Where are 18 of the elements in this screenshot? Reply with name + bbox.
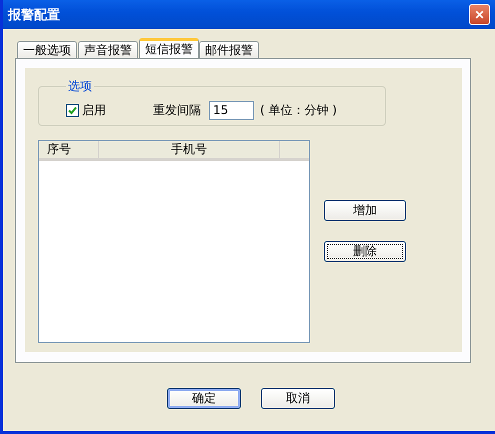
add-button[interactable]: 增加 [324, 200, 406, 221]
check-icon [68, 106, 77, 114]
cancel-button[interactable]: 取消 [261, 388, 335, 409]
tab[interactable]: 声音报警 [78, 41, 138, 58]
interval-label: 重发间隔 [153, 102, 201, 118]
window-title: 报警配置 [8, 6, 60, 24]
tab[interactable]: 短信报警 [139, 38, 199, 58]
ok-button[interactable]: 确定 [167, 388, 241, 409]
delete-button[interactable]: 删除 [324, 241, 406, 262]
interval-field[interactable]: 15 [209, 100, 254, 120]
unit-label: ( 单位：分钟 ) [260, 102, 337, 118]
group-label: 选项 [67, 78, 93, 95]
tab[interactable]: 一般选项 [17, 41, 77, 58]
column-header[interactable]: 序号 [39, 141, 99, 158]
enable-checkbox[interactable]: 启用 [66, 102, 153, 118]
column-header[interactable]: 手机号 [99, 141, 280, 158]
tab[interactable]: 邮件报警 [199, 41, 259, 58]
close-button[interactable]: ✕ [469, 4, 490, 25]
